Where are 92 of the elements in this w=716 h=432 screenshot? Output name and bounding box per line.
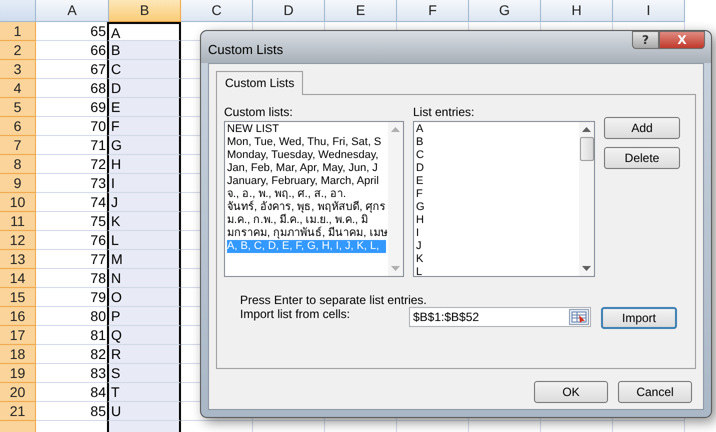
table-cell: L <box>107 231 181 250</box>
list-entry: H <box>416 214 425 227</box>
row-header[interactable]: 17 <box>0 326 36 345</box>
column-header[interactable]: C <box>181 0 253 22</box>
scrollbar-thumb[interactable] <box>580 137 594 161</box>
row-header[interactable]: 5 <box>0 98 36 117</box>
table-cell: S <box>107 364 181 383</box>
column-header[interactable]: A <box>36 0 109 22</box>
table-cell: J <box>107 193 181 212</box>
column-header[interactable]: G <box>469 0 541 22</box>
table-cell: P <box>107 307 181 326</box>
column-header[interactable]: D <box>253 0 325 22</box>
row-header[interactable]: 16 <box>0 307 36 326</box>
list-entry: F <box>416 188 424 201</box>
row-header[interactable]: 6 <box>0 117 36 136</box>
list-item[interactable]: Jan, Feb, Mar, Apr, May, Jun, J <box>227 162 386 175</box>
row-header[interactable]: 20 <box>0 383 36 402</box>
row-header[interactable]: 21 <box>0 402 36 421</box>
list-item[interactable]: มกราคม, กุมภาพันธ์, มีนาคม, เมษ <box>227 227 386 240</box>
table-cell: N <box>107 269 181 288</box>
list-entry: K <box>416 253 424 266</box>
list-item[interactable]: January, February, March, April <box>227 175 386 188</box>
table-cell: H <box>107 155 181 174</box>
column-header[interactable]: I <box>613 0 685 22</box>
table-cell: G <box>107 136 181 155</box>
list-entry: G <box>416 201 426 214</box>
window-title: Custom Lists <box>208 42 284 56</box>
list-entries-label: List entries: <box>413 105 476 119</box>
row-header[interactable]: 13 <box>0 250 36 269</box>
table-cell: D <box>107 79 181 98</box>
custom-lists-label: Custom lists: <box>224 105 294 119</box>
list-item[interactable]: Mon, Tue, Wed, Thu, Fri, Sat, S <box>227 136 386 149</box>
table-cell: R <box>107 345 181 364</box>
scroll-down-arrow-icon[interactable] <box>582 266 591 271</box>
row-header[interactable]: 2 <box>0 41 36 60</box>
table-cell: B <box>107 41 181 60</box>
row-header[interactable]: 15 <box>0 288 36 307</box>
row-header[interactable]: 18 <box>0 345 36 364</box>
help-button[interactable]: ? <box>632 31 659 49</box>
import-button[interactable]: Import <box>601 307 677 329</box>
table-cell: E <box>107 98 181 117</box>
row-header[interactable]: 11 <box>0 212 36 231</box>
ok-button[interactable]: OK <box>534 381 608 403</box>
list-item[interactable]: NEW LIST <box>227 123 386 136</box>
row-header[interactable]: 3 <box>0 60 36 79</box>
row-header[interactable]: 9 <box>0 174 36 193</box>
list-item[interactable]: จันทร์, อังคาร, พุธ, พฤหัสบดี, ศุกร <box>227 201 386 214</box>
table-cell: F <box>107 117 181 136</box>
table-cell: M <box>107 250 181 269</box>
table-cell: T <box>107 383 181 402</box>
list-entry: D <box>416 162 425 175</box>
table-cell: I <box>107 174 181 193</box>
column-header[interactable]: E <box>325 0 397 22</box>
column-header[interactable]: B <box>109 0 181 22</box>
column-header[interactable]: H <box>541 0 613 22</box>
cancel-button[interactable]: Cancel <box>618 381 692 403</box>
select-all-corner[interactable] <box>0 0 36 22</box>
row-header[interactable]: 19 <box>0 364 36 383</box>
close-button[interactable]: X <box>659 31 705 49</box>
row-header[interactable]: 7 <box>0 136 36 155</box>
table-cell: U <box>107 402 181 421</box>
row-header[interactable]: 10 <box>0 193 36 212</box>
import-label: Import list from cells: <box>240 307 352 321</box>
list-entry: L <box>416 266 424 276</box>
table-cell: C <box>107 60 181 79</box>
list-item[interactable]: ม.ค., ก.พ., มี.ค., เม.ย., พ.ค., มิ <box>227 214 386 227</box>
row-header[interactable]: 14 <box>0 269 36 288</box>
list-entry: C <box>416 149 425 162</box>
list-entry: A <box>416 123 424 136</box>
table-cell: O <box>107 288 181 307</box>
table-cell: A <box>107 22 181 41</box>
table-cell: K <box>107 212 181 231</box>
list-item[interactable]: จ., อ., พ., พฤ., ศ., ส., อา. <box>227 188 386 201</box>
add-button[interactable]: Add <box>604 117 680 139</box>
table-cell: Q <box>107 326 181 345</box>
list-entries-box[interactable]: A B C D E F G H I J K L <box>413 121 595 277</box>
scroll-up-arrow-icon[interactable] <box>582 127 591 132</box>
list-entry: B <box>416 136 424 149</box>
row-header[interactable]: 12 <box>0 231 36 250</box>
delete-button[interactable]: Delete <box>604 147 680 169</box>
column-header[interactable]: F <box>397 0 469 22</box>
list-item[interactable]: Monday, Tuesday, Wednesday, <box>227 149 386 162</box>
import-range-field[interactable]: $B$1:$B$52 <box>409 307 591 327</box>
list-entry: I <box>416 227 420 240</box>
row-header[interactable]: 1 <box>0 22 36 41</box>
collapse-dialog-icon[interactable] <box>569 309 589 325</box>
list-entry: J <box>416 240 422 253</box>
list-entry: E <box>416 175 424 188</box>
row-header[interactable]: 8 <box>0 155 36 174</box>
tab[interactable]: Custom Lists <box>216 71 304 95</box>
hint-text: Press Enter to separate list entries. <box>240 293 428 307</box>
row-header[interactable]: 4 <box>0 79 36 98</box>
